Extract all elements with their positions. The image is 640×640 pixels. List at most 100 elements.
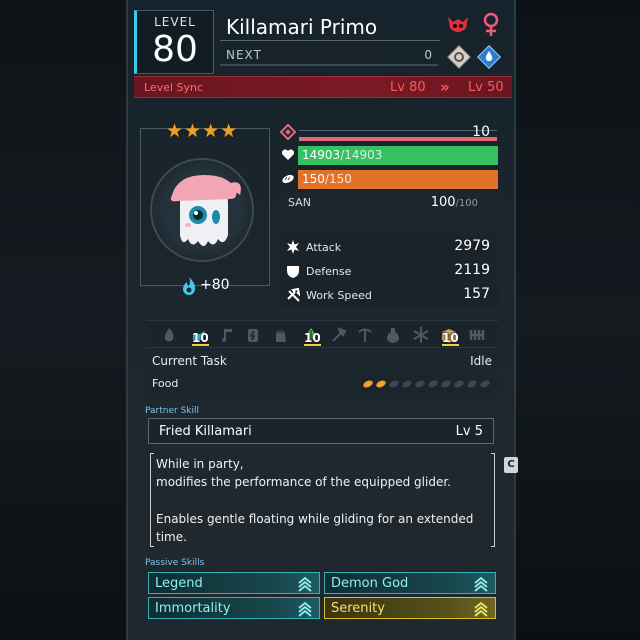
food-text: 150/150 xyxy=(302,172,352,186)
background-left xyxy=(0,0,126,640)
defense-label: Defense xyxy=(306,265,352,278)
handiwork-icon[interactable] xyxy=(272,326,290,344)
passive-skill-label: Serenity xyxy=(331,601,385,616)
boss-icon xyxy=(448,17,468,32)
condenser-stars: ★★★★ xyxy=(166,120,239,142)
food-max: /150 xyxy=(324,172,352,186)
next-value: 0 xyxy=(424,48,432,62)
mining-icon[interactable] xyxy=(356,326,374,344)
passive-skill-demon-god[interactable]: Demon God xyxy=(324,572,496,594)
san-row: SAN 100/100 xyxy=(280,192,498,214)
desc-bracket-right xyxy=(491,453,495,547)
exp-bar xyxy=(220,64,438,66)
electricity-icon[interactable] xyxy=(244,326,262,344)
desc-line: While in party, xyxy=(156,457,244,471)
panel-side-tab[interactable]: C xyxy=(504,457,518,473)
level-sync-to: Lv 50 xyxy=(468,80,504,95)
food-row: Food xyxy=(146,375,498,393)
level-label: LEVEL xyxy=(154,15,196,29)
background-right xyxy=(516,0,640,640)
trust-bonus: +80 xyxy=(200,277,230,293)
bread-icon xyxy=(282,174,294,184)
watering-level: 10 xyxy=(192,331,209,346)
food-icon-empty xyxy=(480,380,490,388)
passive-skills-section-label: Passive Skills xyxy=(145,558,205,568)
work-speed-label: Work Speed xyxy=(306,289,372,302)
hp-text: 14903/14903 xyxy=(302,148,382,162)
rank-up-chevron-icon xyxy=(298,576,312,592)
lumbering-icon[interactable] xyxy=(330,326,348,344)
partner-skill-level: Lv 5 xyxy=(455,424,483,439)
level-sync-arrow-icon: » xyxy=(440,78,450,96)
food-icon-empty xyxy=(389,380,399,388)
medicine-icon[interactable] xyxy=(384,326,402,344)
passive-skill-serenity[interactable]: Serenity xyxy=(324,597,496,619)
partner-skill-section-label: Partner Skill xyxy=(145,406,199,416)
pal-name[interactable]: Killamari Primo xyxy=(226,15,377,39)
food-label: Food xyxy=(152,377,179,390)
current-task-label: Current Task xyxy=(152,354,227,368)
food-icon-empty xyxy=(415,380,425,388)
gathering-level: 10 xyxy=(304,331,321,346)
level-sync-bar: Level Sync Lv 80 » Lv 50 xyxy=(134,76,512,98)
san-max: /100 xyxy=(455,198,478,209)
attack-value: 2979 xyxy=(454,238,490,254)
defense-row: Defense 2119 xyxy=(280,260,498,282)
passive-skill-legend[interactable]: Legend xyxy=(148,572,320,594)
food-icon-empty xyxy=(441,380,451,388)
passive-skill-immortality[interactable]: Immortality xyxy=(148,597,320,619)
passive-skill-label: Immortality xyxy=(155,601,231,616)
current-task-row: Current Task Idle xyxy=(146,352,498,372)
neutral-element-icon xyxy=(447,45,471,69)
desc-line: modifies the performance of the equipped… xyxy=(156,475,451,489)
hp-current: 14903 xyxy=(302,148,341,162)
food-current: 150 xyxy=(302,172,325,186)
cooling-icon[interactable] xyxy=(412,326,430,344)
san-value: 100/100 xyxy=(431,195,478,210)
food-icon-empty xyxy=(428,380,438,388)
rank-up-chevron-icon xyxy=(298,601,312,617)
food-icon-empty xyxy=(467,380,477,388)
food-icon-empty xyxy=(402,380,412,388)
current-task-value: Idle xyxy=(470,354,492,368)
attack-icon xyxy=(287,240,299,254)
desc-bracket-left xyxy=(150,453,154,547)
partner-skill-name: Fried Killamari xyxy=(159,424,252,439)
passive-skill-label: Demon God xyxy=(331,576,409,591)
rank-up-chevron-icon xyxy=(474,576,488,592)
level-box: LEVEL 80 xyxy=(134,10,214,74)
kindling-icon[interactable] xyxy=(160,326,178,344)
food-consumption-icons xyxy=(363,380,490,388)
defense-value: 2119 xyxy=(454,262,490,278)
partner-skill-header[interactable]: Fried Killamari Lv 5 xyxy=(148,418,494,444)
level-sync-from: Lv 80 xyxy=(390,80,426,95)
planting-icon[interactable] xyxy=(218,326,236,344)
attack-row: Attack 2979 xyxy=(280,236,498,258)
work-speed-value: 157 xyxy=(463,286,490,302)
rank-up-chevron-icon xyxy=(474,601,488,617)
desc-line: Enables gentle floating while gliding fo… xyxy=(156,512,474,526)
food-icon-filled xyxy=(376,380,386,388)
partner-skill-description: While in party, modifies the performance… xyxy=(150,450,495,550)
attack-label: Attack xyxy=(306,241,342,254)
san-current: 100 xyxy=(430,195,456,210)
level-sync-label: Level Sync xyxy=(144,81,204,94)
farming-icon[interactable] xyxy=(468,326,486,344)
heart-icon xyxy=(281,149,295,160)
next-label: NEXT xyxy=(226,48,262,62)
female-gender-icon xyxy=(483,12,499,36)
work-suitability-row: 10 10 10 xyxy=(146,320,498,348)
trust-flame-icon xyxy=(183,277,196,295)
passive-skill-label: Legend xyxy=(155,576,203,591)
pal-portrait xyxy=(170,175,241,246)
food-icon-filled xyxy=(363,380,373,388)
level-number: 80 xyxy=(152,29,198,70)
hp-max: /14903 xyxy=(340,148,383,162)
transporting-level: 10 xyxy=(442,331,459,346)
san-label: SAN xyxy=(288,196,311,209)
name-divider xyxy=(220,40,440,41)
food-icon-empty xyxy=(454,380,464,388)
water-element-icon xyxy=(477,45,501,69)
shield-icon xyxy=(287,266,299,278)
work-speed-icon xyxy=(287,288,300,302)
